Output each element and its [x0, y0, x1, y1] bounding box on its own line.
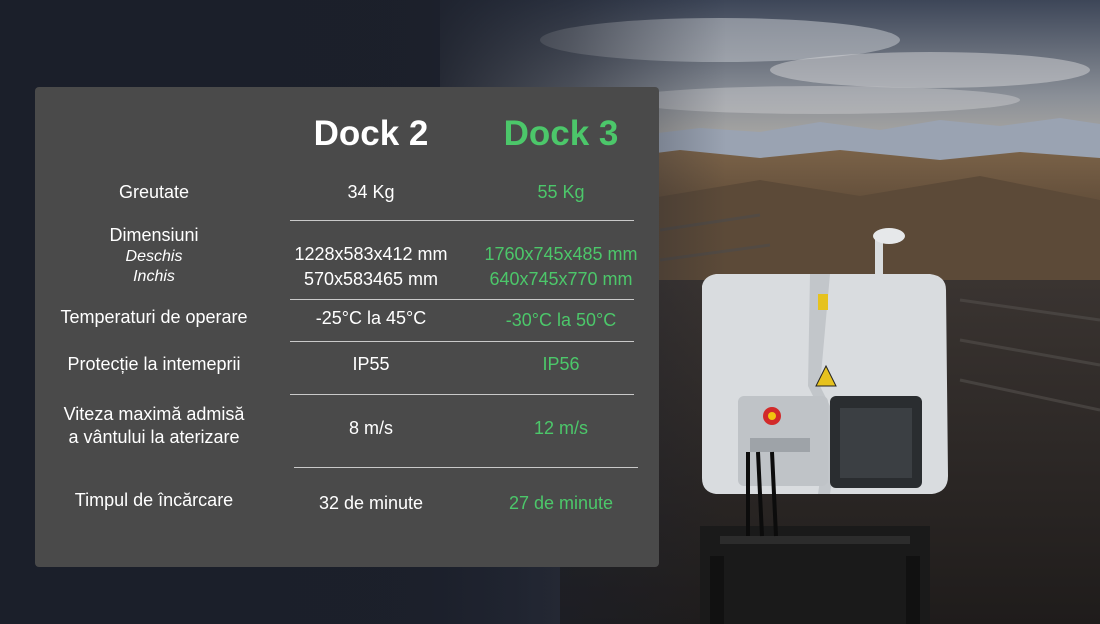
- row-sublabel-closed: Inchis: [133, 268, 175, 285]
- dock2-protection: IP55: [352, 354, 390, 374]
- row-label-dimensions: Dimensiuni: [109, 225, 199, 245]
- dock3-charging-time: 27 de minute: [508, 493, 614, 513]
- row-label-wind-speed-line2: a vântului la aterizare: [68, 427, 240, 447]
- dock-device-image: [700, 228, 948, 624]
- dock3-dimensions-closed: 640x745x770 mm: [489, 269, 633, 289]
- dock3-dimensions-open: 1760x745x485 mm: [484, 244, 638, 264]
- row-label-weight: Greutate: [118, 182, 190, 202]
- row-divider: [290, 341, 634, 342]
- row-divider: [290, 394, 634, 395]
- row-divider: [290, 220, 634, 221]
- row-label-wind-speed-line1: Viteza maximă admisă: [63, 404, 245, 424]
- dock2-temperature: -25°C la 45°C: [315, 308, 427, 328]
- dock2-weight: 34 Kg: [347, 182, 395, 202]
- dock2-header: Dock 2: [313, 114, 429, 153]
- dock2-dimensions-open: 1228x583x412 mm: [294, 244, 448, 264]
- dock3-weight: 55 Kg: [537, 182, 585, 202]
- row-label-protection: Protecție la intemeprii: [67, 354, 241, 374]
- dock2-dimensions-closed: 570x583465 mm: [303, 269, 439, 289]
- row-label-temperature: Temperaturi de operare: [60, 307, 248, 327]
- row-divider: [290, 299, 634, 300]
- dock3-temperature: -30°C la 50°C: [505, 310, 617, 330]
- dock3-wind-speed: 12 m/s: [533, 418, 589, 438]
- dock2-charging-time: 32 de minute: [318, 493, 424, 513]
- row-label-charging-time: Timpul de încărcare: [74, 490, 234, 510]
- dock3-header: Dock 3: [503, 114, 619, 153]
- row-divider: [294, 467, 638, 468]
- row-sublabel-open: Deschis: [125, 248, 183, 265]
- dock2-wind-speed: 8 m/s: [348, 418, 393, 438]
- dock3-protection: IP56: [542, 354, 580, 374]
